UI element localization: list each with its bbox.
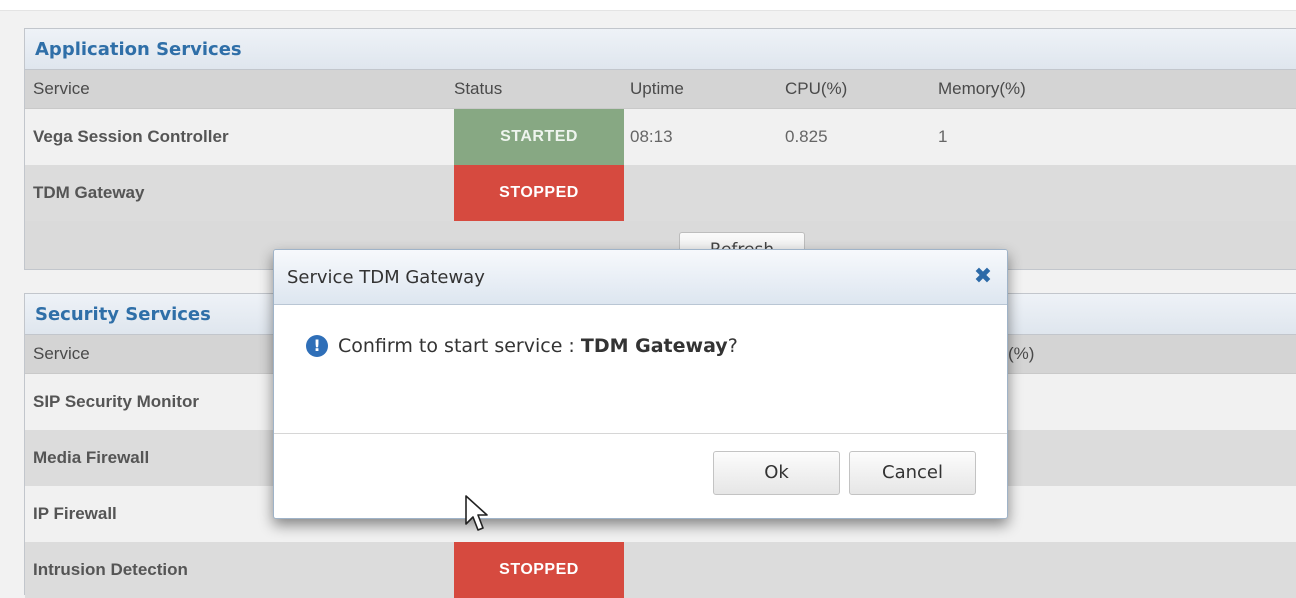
message-suffix: ?	[727, 335, 738, 357]
service-name: Media Firewall	[33, 448, 150, 467]
header-service: Service	[33, 79, 90, 98]
dialog-body: ! Confirm to start service : TDM Gateway…	[274, 305, 1007, 434]
top-bar	[0, 0, 1296, 11]
info-icon: !	[306, 335, 328, 357]
memory-value: 1	[938, 127, 948, 146]
service-name: TDM Gateway	[33, 183, 145, 202]
status-badge[interactable]: STARTED	[454, 109, 624, 165]
dialog-title: Service TDM Gateway	[287, 267, 485, 288]
service-name: SIP Security Monitor	[33, 392, 199, 411]
cancel-button[interactable]: Cancel	[849, 451, 976, 495]
confirm-dialog: Service TDM Gateway ✖ ! Confirm to start…	[273, 249, 1008, 519]
header-uptime: Uptime	[630, 79, 684, 98]
table-row[interactable]: Vega Session Controller STARTED 08:13 0.…	[25, 109, 1296, 165]
dialog-title-bar[interactable]: Service TDM Gateway ✖	[274, 250, 1007, 305]
dialog-message: ! Confirm to start service : TDM Gateway…	[306, 335, 738, 357]
header-memory: (%)	[1008, 344, 1035, 363]
header-cpu: CPU(%)	[785, 79, 848, 98]
service-name: Intrusion Detection	[33, 560, 188, 579]
table-header: Service Status Uptime CPU(%) Memory(%)	[25, 70, 1296, 109]
status-badge[interactable]: STOPPED	[454, 542, 624, 598]
header-memory: Memory(%)	[938, 79, 1026, 98]
close-icon[interactable]: ✖	[971, 265, 995, 289]
dialog-footer: Ok Cancel	[274, 434, 1007, 518]
ok-button[interactable]: Ok	[713, 451, 840, 495]
header-service: Service	[33, 344, 90, 363]
table-row[interactable]: Intrusion Detection STOPPED	[25, 542, 1296, 598]
table-row[interactable]: TDM Gateway STOPPED	[25, 165, 1296, 221]
service-name: Vega Session Controller	[33, 127, 229, 146]
status-badge[interactable]: STOPPED	[454, 165, 624, 221]
message-service: TDM Gateway	[580, 335, 728, 357]
cpu-value: 0.825	[785, 127, 828, 146]
message-prefix: Confirm to start service :	[338, 335, 581, 357]
application-services-panel: Application Services Service Status Upti…	[24, 28, 1296, 270]
header-status: Status	[454, 79, 503, 98]
mouse-cursor-icon	[465, 495, 488, 531]
uptime-value: 08:13	[630, 127, 673, 146]
application-services-title: Application Services	[25, 29, 1296, 70]
service-name: IP Firewall	[33, 504, 117, 523]
